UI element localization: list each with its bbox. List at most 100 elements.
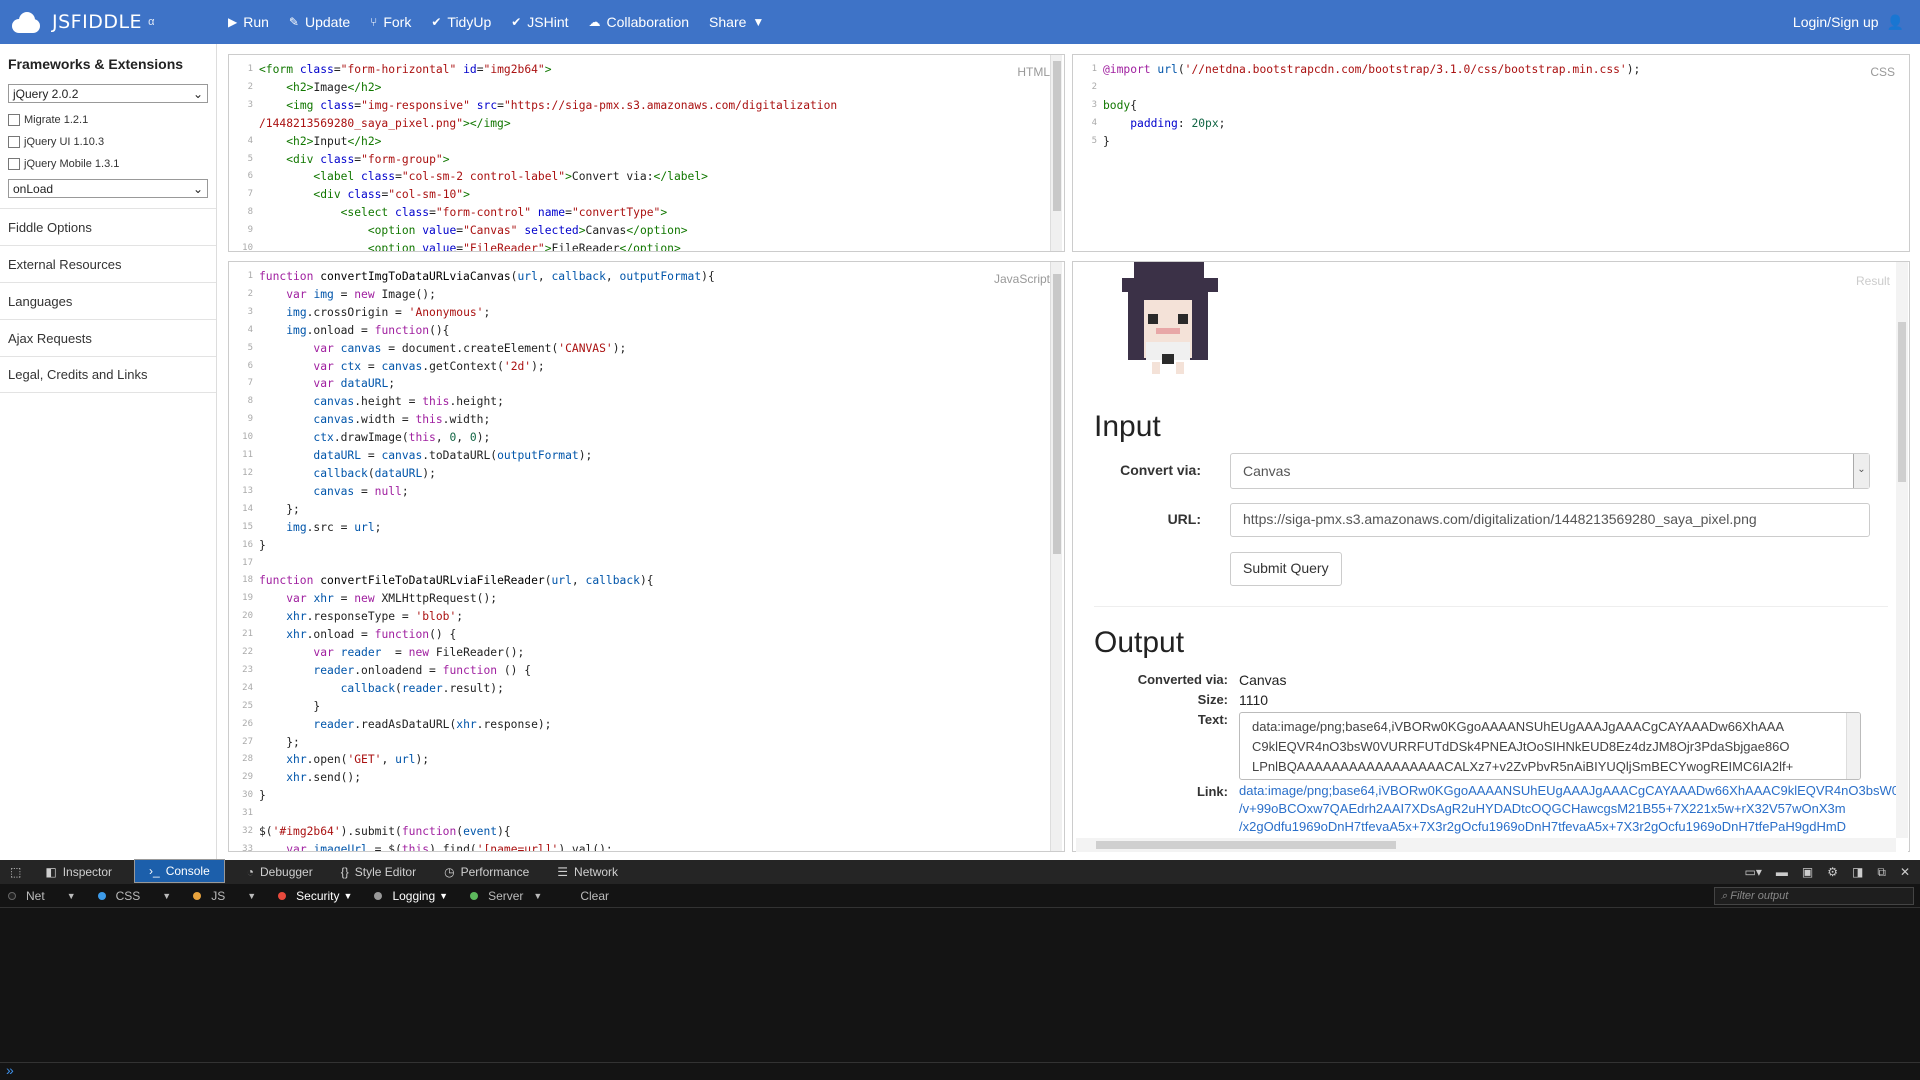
chevron-down-icon: ⌄ xyxy=(192,86,203,101)
console-filterbar: Net ▼ CSS ▼ JS ▼ Security ▼ Logging ▼ Server ▼… xyxy=(0,884,1920,908)
submit-query-button[interactable]: Submit Query xyxy=(1230,552,1342,586)
clear-button[interactable]: Clear xyxy=(580,889,609,903)
chevron-down-icon: ▼ xyxy=(343,890,353,901)
scroll-thumb[interactable] xyxy=(1096,841,1396,849)
console-prompt-icon: » xyxy=(6,1062,14,1078)
extension-jquery-mobile[interactable]: jQuery Mobile 1.3.1 xyxy=(8,153,208,175)
filter-label: Net xyxy=(26,888,45,903)
html-editor-pane[interactable]: 123 4 5 6 7 8 9 10 <form class="form-horizonta… xyxy=(228,54,1065,252)
gear-icon[interactable]: ⚙ xyxy=(1827,865,1838,880)
result-frame[interactable]: Result Input Convert via: Canvas ⌄ URL: … xyxy=(1076,262,1908,852)
dock-side-icon[interactable]: ◨ xyxy=(1852,865,1863,880)
tab-console[interactable]: ›_ Console xyxy=(134,859,225,883)
chevron-down-icon: ▼ xyxy=(247,890,257,901)
close-icon[interactable]: ✕ xyxy=(1900,865,1910,880)
filter-output-input[interactable]: ⌕ Filter output xyxy=(1714,886,1914,905)
collaboration-button[interactable]: ☁ Collaboration xyxy=(579,0,700,44)
filter-label: Server xyxy=(488,888,524,903)
tab-performance[interactable]: ◷ Performance xyxy=(430,860,543,884)
html-scrollbar[interactable] xyxy=(1050,55,1062,251)
chevron-down-icon: ▼ xyxy=(162,890,172,901)
convert-via-value: Canvas xyxy=(1243,463,1291,479)
filter-css[interactable]: CSS ▼ xyxy=(116,889,172,903)
share-label: Share xyxy=(709,14,747,30)
scroll-thumb[interactable] xyxy=(1053,274,1061,554)
link-label: Link: xyxy=(1196,784,1228,799)
filter-label: Security xyxy=(296,888,340,903)
sidebar-item-ajax-requests[interactable]: Ajax Requests xyxy=(0,319,216,356)
login-button[interactable]: Login/Sign up 👤 xyxy=(1793,14,1920,31)
play-icon: ▶ xyxy=(228,15,238,29)
link-line: data:image/png;base64,iVBORw0KGgoAAAANSU… xyxy=(1239,783,1899,798)
convert-via-select[interactable]: Canvas ⌄ xyxy=(1230,453,1870,489)
sidebar-item-legal[interactable]: Legal, Credits and Links xyxy=(0,356,216,393)
responsive-icon[interactable]: ▭▾ xyxy=(1745,865,1762,880)
console-input[interactable]: » xyxy=(0,1062,1920,1080)
result-vertical-scrollbar[interactable] xyxy=(1896,262,1908,838)
jshint-button[interactable]: ✔ JSHint xyxy=(501,0,578,44)
undock-icon[interactable]: ⧉ xyxy=(1877,865,1886,880)
size-value: 1110 xyxy=(1239,692,1269,708)
filter-js[interactable]: JS ▼ xyxy=(211,889,256,903)
filter-net[interactable]: Net ▼ xyxy=(26,889,76,903)
share-button[interactable]: Share ▼ xyxy=(699,0,774,44)
split-console-icon[interactable]: ▬ xyxy=(1776,865,1788,880)
input-heading: Input xyxy=(1094,410,1161,443)
css-editor-pane[interactable]: 12345 @import url('//netdna.bootstrapcdn… xyxy=(1072,54,1910,252)
chevron-down-icon: ⌄ xyxy=(1853,454,1869,488)
javascript-scrollbar[interactable] xyxy=(1050,262,1062,851)
pick-element-icon[interactable]: ⬚ xyxy=(0,860,31,884)
data-link[interactable]: data:image/png;base64,iVBORw0KGgoAAAANSU… xyxy=(1239,782,1899,836)
line-numbers: 12345 xyxy=(1091,64,1097,146)
tidyup-button[interactable]: ✔ TidyUp xyxy=(421,0,501,44)
text-output-textarea[interactable]: data:image/png;base64,iVBORw0KGgoAAAANSU… xyxy=(1239,712,1861,780)
cloud-logo-icon xyxy=(10,11,42,33)
chevron-down-icon: ▼ xyxy=(439,890,449,901)
load-type-select[interactable]: onLoad ⌄ xyxy=(8,179,208,198)
scratchpad-icon[interactable]: ▣ xyxy=(1802,865,1813,880)
sidebar-item-fiddle-options[interactable]: Fiddle Options xyxy=(0,208,216,245)
tab-style-editor[interactable]: {} Style Editor xyxy=(327,860,430,884)
fork-button[interactable]: ⑂ Fork xyxy=(360,0,421,44)
sidebar-item-external-resources[interactable]: External Resources xyxy=(0,245,216,282)
textarea-scrollbar[interactable] xyxy=(1846,713,1860,779)
checkbox[interactable] xyxy=(8,136,20,148)
url-input[interactable]: https://siga-pmx.s3.amazonaws.com/digita… xyxy=(1230,503,1870,537)
extension-migrate[interactable]: Migrate 1.2.1 xyxy=(8,109,208,131)
result-horizontal-scrollbar[interactable] xyxy=(1076,838,1896,852)
scroll-thumb[interactable] xyxy=(1898,322,1906,482)
filter-server[interactable]: Server ▼ xyxy=(488,889,542,903)
css-pane-label: CSS xyxy=(1866,63,1899,81)
html-code[interactable]: <form class="form-horizontal" id="img2b6… xyxy=(259,61,837,251)
sidebar-item-languages[interactable]: Languages xyxy=(0,282,216,319)
devtools-toolbar-icons: ▭▾ ▬ ▣ ⚙ ◨ ⧉ ✕ xyxy=(1745,865,1920,880)
run-button[interactable]: ▶ Run xyxy=(218,0,279,44)
text-output-line: data:image/png;base64,iVBORw0KGgoAAAANSU… xyxy=(1252,719,1785,734)
framework-select[interactable]: jQuery 2.0.2 ⌄ xyxy=(8,84,208,103)
tab-inspector[interactable]: ◧ Inspector xyxy=(31,860,126,884)
console-icon: ›_ xyxy=(149,864,160,878)
update-button[interactable]: ✎ Update xyxy=(279,0,360,44)
debugger-icon: ◔ xyxy=(246,865,254,879)
css-code[interactable]: @import url('//netdna.bootstrapcdn.com/b… xyxy=(1103,61,1640,151)
filter-logging[interactable]: Logging ▼ xyxy=(392,889,448,903)
checkbox[interactable] xyxy=(8,114,20,126)
chevron-down-icon: ▼ xyxy=(66,890,76,901)
filter-label: CSS xyxy=(115,888,141,903)
javascript-code[interactable]: function convertImgToDataURLviaCanvas(ur… xyxy=(259,268,715,851)
scroll-thumb[interactable] xyxy=(1053,61,1061,211)
filter-security[interactable]: Security ▼ xyxy=(296,889,352,903)
jsfiddle-logo[interactable]: JSFIDDLE α xyxy=(0,11,218,33)
sidebar: Frameworks & Extensions jQuery 2.0.2 ⌄ Mi… xyxy=(0,44,217,860)
net-dot-icon xyxy=(8,891,16,900)
frameworks-heading: Frameworks & Extensions xyxy=(8,56,184,72)
extension-jquery-ui[interactable]: jQuery UI 1.10.3 xyxy=(8,131,208,153)
chevron-down-icon: ▼ xyxy=(533,890,543,901)
network-icon: ☰ xyxy=(557,865,569,879)
tab-debugger[interactable]: ◔ Debugger xyxy=(233,860,327,884)
checkbox[interactable] xyxy=(8,158,20,170)
tab-label: Performance xyxy=(460,865,530,879)
javascript-editor-pane[interactable]: 1 2 3 4 5 6 7 8 9 10 11 12 13 14 15 16 17 18 19 20 21 22 23 24 2… xyxy=(228,261,1065,852)
link-line: /x2gOdfu1969oDnH7tfevaA5x+7X3r2gOcfu1969… xyxy=(1239,819,1847,834)
tab-network[interactable]: ☰ Network xyxy=(543,860,632,884)
